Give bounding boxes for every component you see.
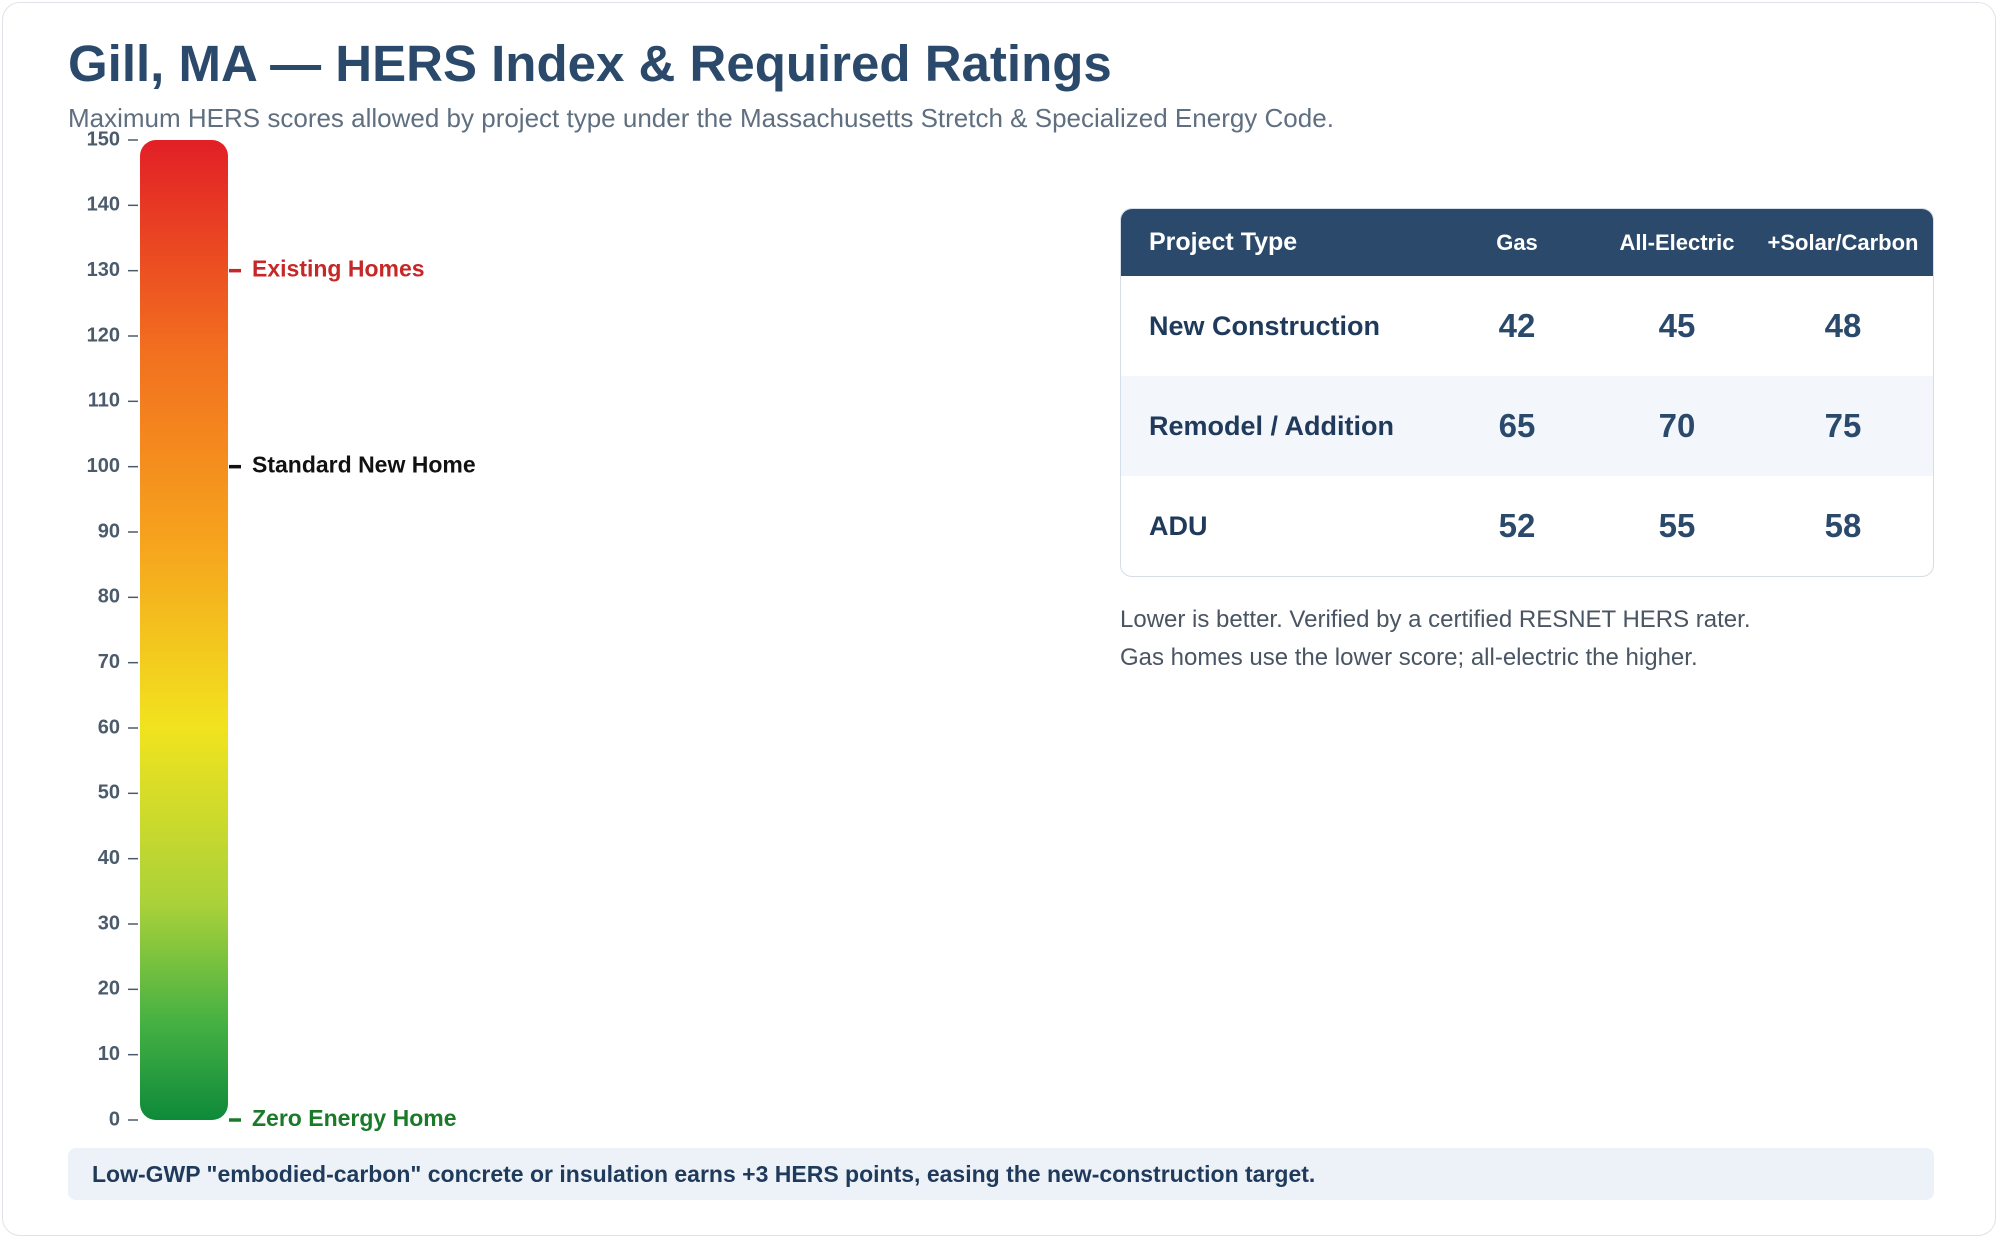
y-tick-label: 0: [109, 1108, 120, 1130]
row-solar-value: 75: [1824, 407, 1862, 444]
table-row: New Construction 42 45 48: [1121, 276, 1933, 376]
row-electric-value: 45: [1658, 307, 1696, 344]
y-tick-label: 70: [98, 651, 120, 673]
y-tick-label: 130: [87, 259, 120, 281]
row-solar-value: 58: [1824, 507, 1862, 544]
row-gas-value: 52: [1498, 507, 1536, 544]
row-project-type: ADU: [1149, 510, 1208, 541]
hers-scale-chart: 0 10 20 30 40 50 60 70 80 90 100 110 120 130 140 150 Ex…: [87, 128, 476, 1131]
y-tick-label: 50: [98, 782, 120, 804]
header-project-type: Project Type: [1149, 228, 1298, 256]
y-tick-label: 80: [98, 586, 120, 608]
marker-label-zero-energy-home: Zero Energy Home: [252, 1105, 457, 1131]
y-tick-label: 140: [87, 194, 120, 216]
row-project-type: Remodel / Addition: [1149, 410, 1394, 441]
row-gas-value: 42: [1498, 307, 1536, 344]
row-electric-value: 70: [1658, 407, 1696, 444]
table-row: ADU 52 55 58: [1121, 476, 1933, 576]
row-solar-value: 48: [1824, 307, 1862, 344]
embodied-carbon-footnote: Low-GWP "embodied-carbon" concrete or in…: [68, 1148, 1934, 1200]
y-axis: 0 10 20 30 40 50 60 70 80 90 100 110 120 130 140 150: [87, 128, 138, 1130]
y-tick-label: 120: [87, 324, 120, 346]
y-tick-label: 150: [87, 128, 120, 150]
y-tick-label: 110: [88, 390, 120, 412]
table-row: Remodel / Addition 65 70 75: [1121, 376, 1933, 476]
header-gas: Gas: [1496, 229, 1538, 255]
hers-gradient-bar: [140, 140, 228, 1120]
row-electric-value: 55: [1658, 507, 1696, 544]
row-project-type: New Construction: [1149, 310, 1381, 341]
y-tick-label: 40: [98, 847, 120, 869]
marker-group: Existing Homes Standard New Home Zero Ener…: [229, 256, 476, 1131]
header-solar-carbon: +Solar/Carbon: [1767, 229, 1919, 255]
y-tick-label: 100: [87, 455, 120, 477]
y-tick-label: 10: [98, 1043, 120, 1065]
y-tick-label: 20: [98, 978, 120, 1000]
note-gas-vs-electric: Gas homes use the lower score; all-elect…: [1120, 644, 1698, 671]
y-tick-label: 30: [98, 912, 120, 934]
table-header-row: Project Type Gas All-Electric +Solar/Car…: [1121, 209, 1933, 276]
note-lower-is-better: Lower is better. Verified by a certified…: [1120, 606, 1751, 633]
y-tick-label: 90: [98, 520, 120, 542]
header-all-electric: All-Electric: [1619, 229, 1735, 255]
y-tick-label: 60: [98, 716, 120, 738]
row-gas-value: 65: [1498, 407, 1536, 444]
ratings-table: Project Type Gas All-Electric +Solar/Car…: [1120, 208, 1934, 577]
marker-label-existing-homes: Existing Homes: [252, 256, 425, 282]
marker-label-standard-new-home: Standard New Home: [252, 452, 476, 478]
